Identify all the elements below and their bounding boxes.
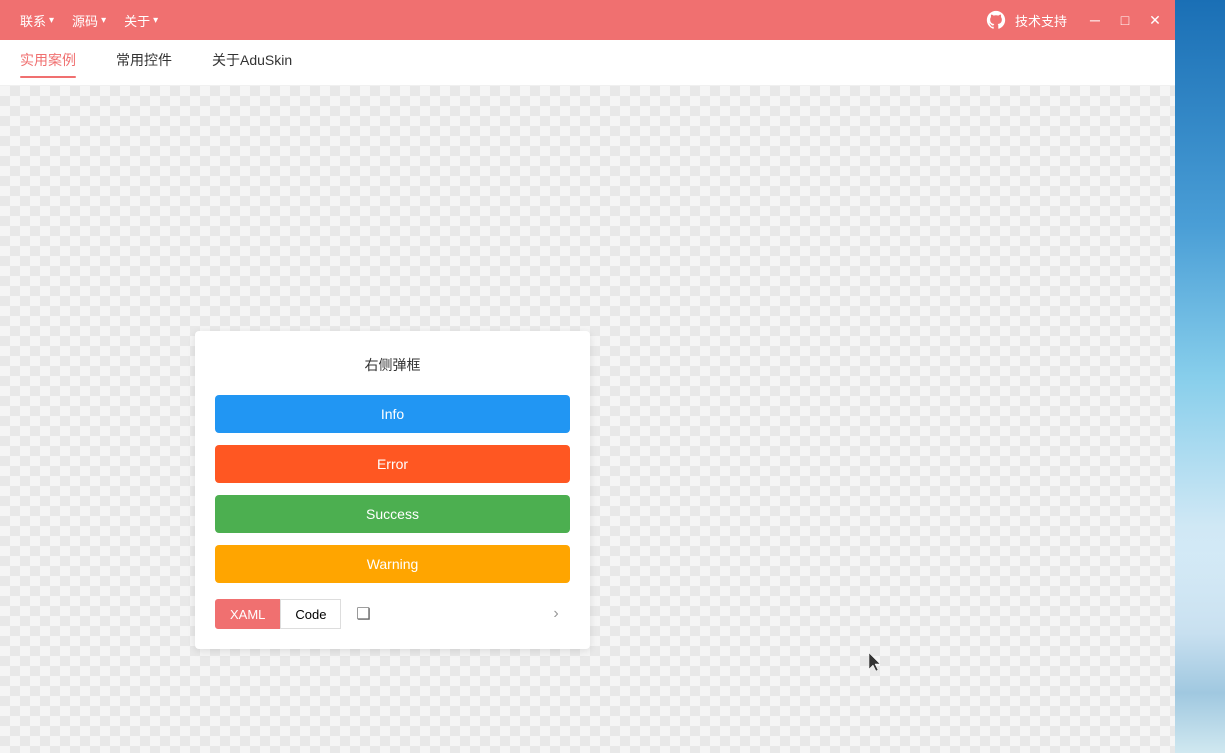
title-bar: 联系 ▾ 源码 ▾ 关于 ▾ 技术支持 ─ □ ✕ xyxy=(0,0,1175,40)
tech-support-link[interactable]: 技术支持 xyxy=(1015,11,1067,30)
window-controls: ─ □ ✕ xyxy=(1085,10,1165,30)
close-button[interactable]: ✕ xyxy=(1145,10,1165,30)
code-tabs: XAML Code ❑ › xyxy=(215,599,570,629)
maximize-button[interactable]: □ xyxy=(1115,10,1135,30)
card-panel: 右侧弹框 Info Error Success Warning XAML Cod… xyxy=(195,331,590,649)
menu-item-controls[interactable]: 常用控件 xyxy=(116,50,172,76)
github-icon[interactable] xyxy=(985,9,1007,31)
app-container: 联系 ▾ 源码 ▾ 关于 ▾ 技术支持 ─ □ ✕ 实用案例 常用控件 关于Ad… xyxy=(0,0,1175,753)
btn-row-warning: Warning xyxy=(215,545,570,583)
cursor-indicator xyxy=(869,653,885,673)
title-bar-nav: 联系 ▾ 源码 ▾ 关于 ▾ xyxy=(20,11,158,30)
expand-button[interactable]: › xyxy=(542,600,570,628)
info-button[interactable]: Info xyxy=(215,395,570,433)
menu-bar: 实用案例 常用控件 关于AduSkin xyxy=(0,40,1175,86)
menu-item-cases[interactable]: 实用案例 xyxy=(20,50,76,76)
nav-item-about[interactable]: 关于 ▾ xyxy=(124,11,158,30)
error-button[interactable]: Error xyxy=(215,445,570,483)
warning-button[interactable]: Warning xyxy=(215,545,570,583)
minimize-button[interactable]: ─ xyxy=(1085,10,1105,30)
success-button[interactable]: Success xyxy=(215,495,570,533)
tab-xaml[interactable]: XAML xyxy=(215,599,280,629)
nav-item-source[interactable]: 源码 ▾ xyxy=(72,11,106,30)
right-wallpaper-strip xyxy=(1175,0,1225,753)
copy-icon-button[interactable]: ❑ xyxy=(349,600,377,628)
source-chevron-icon: ▾ xyxy=(101,15,106,26)
card-title: 右侧弹框 xyxy=(215,355,570,375)
contact-chevron-icon: ▾ xyxy=(49,15,54,26)
btn-row-info: Info xyxy=(215,395,570,433)
btn-row-success: Success xyxy=(215,495,570,533)
menu-item-about[interactable]: 关于AduSkin xyxy=(212,50,292,76)
btn-row-error: Error xyxy=(215,445,570,483)
content-area: 右侧弹框 Info Error Success Warning XAML Cod… xyxy=(0,86,1175,753)
tab-code[interactable]: Code xyxy=(280,599,341,629)
about-chevron-icon: ▾ xyxy=(153,15,158,26)
nav-item-contact[interactable]: 联系 ▾ xyxy=(20,11,54,30)
